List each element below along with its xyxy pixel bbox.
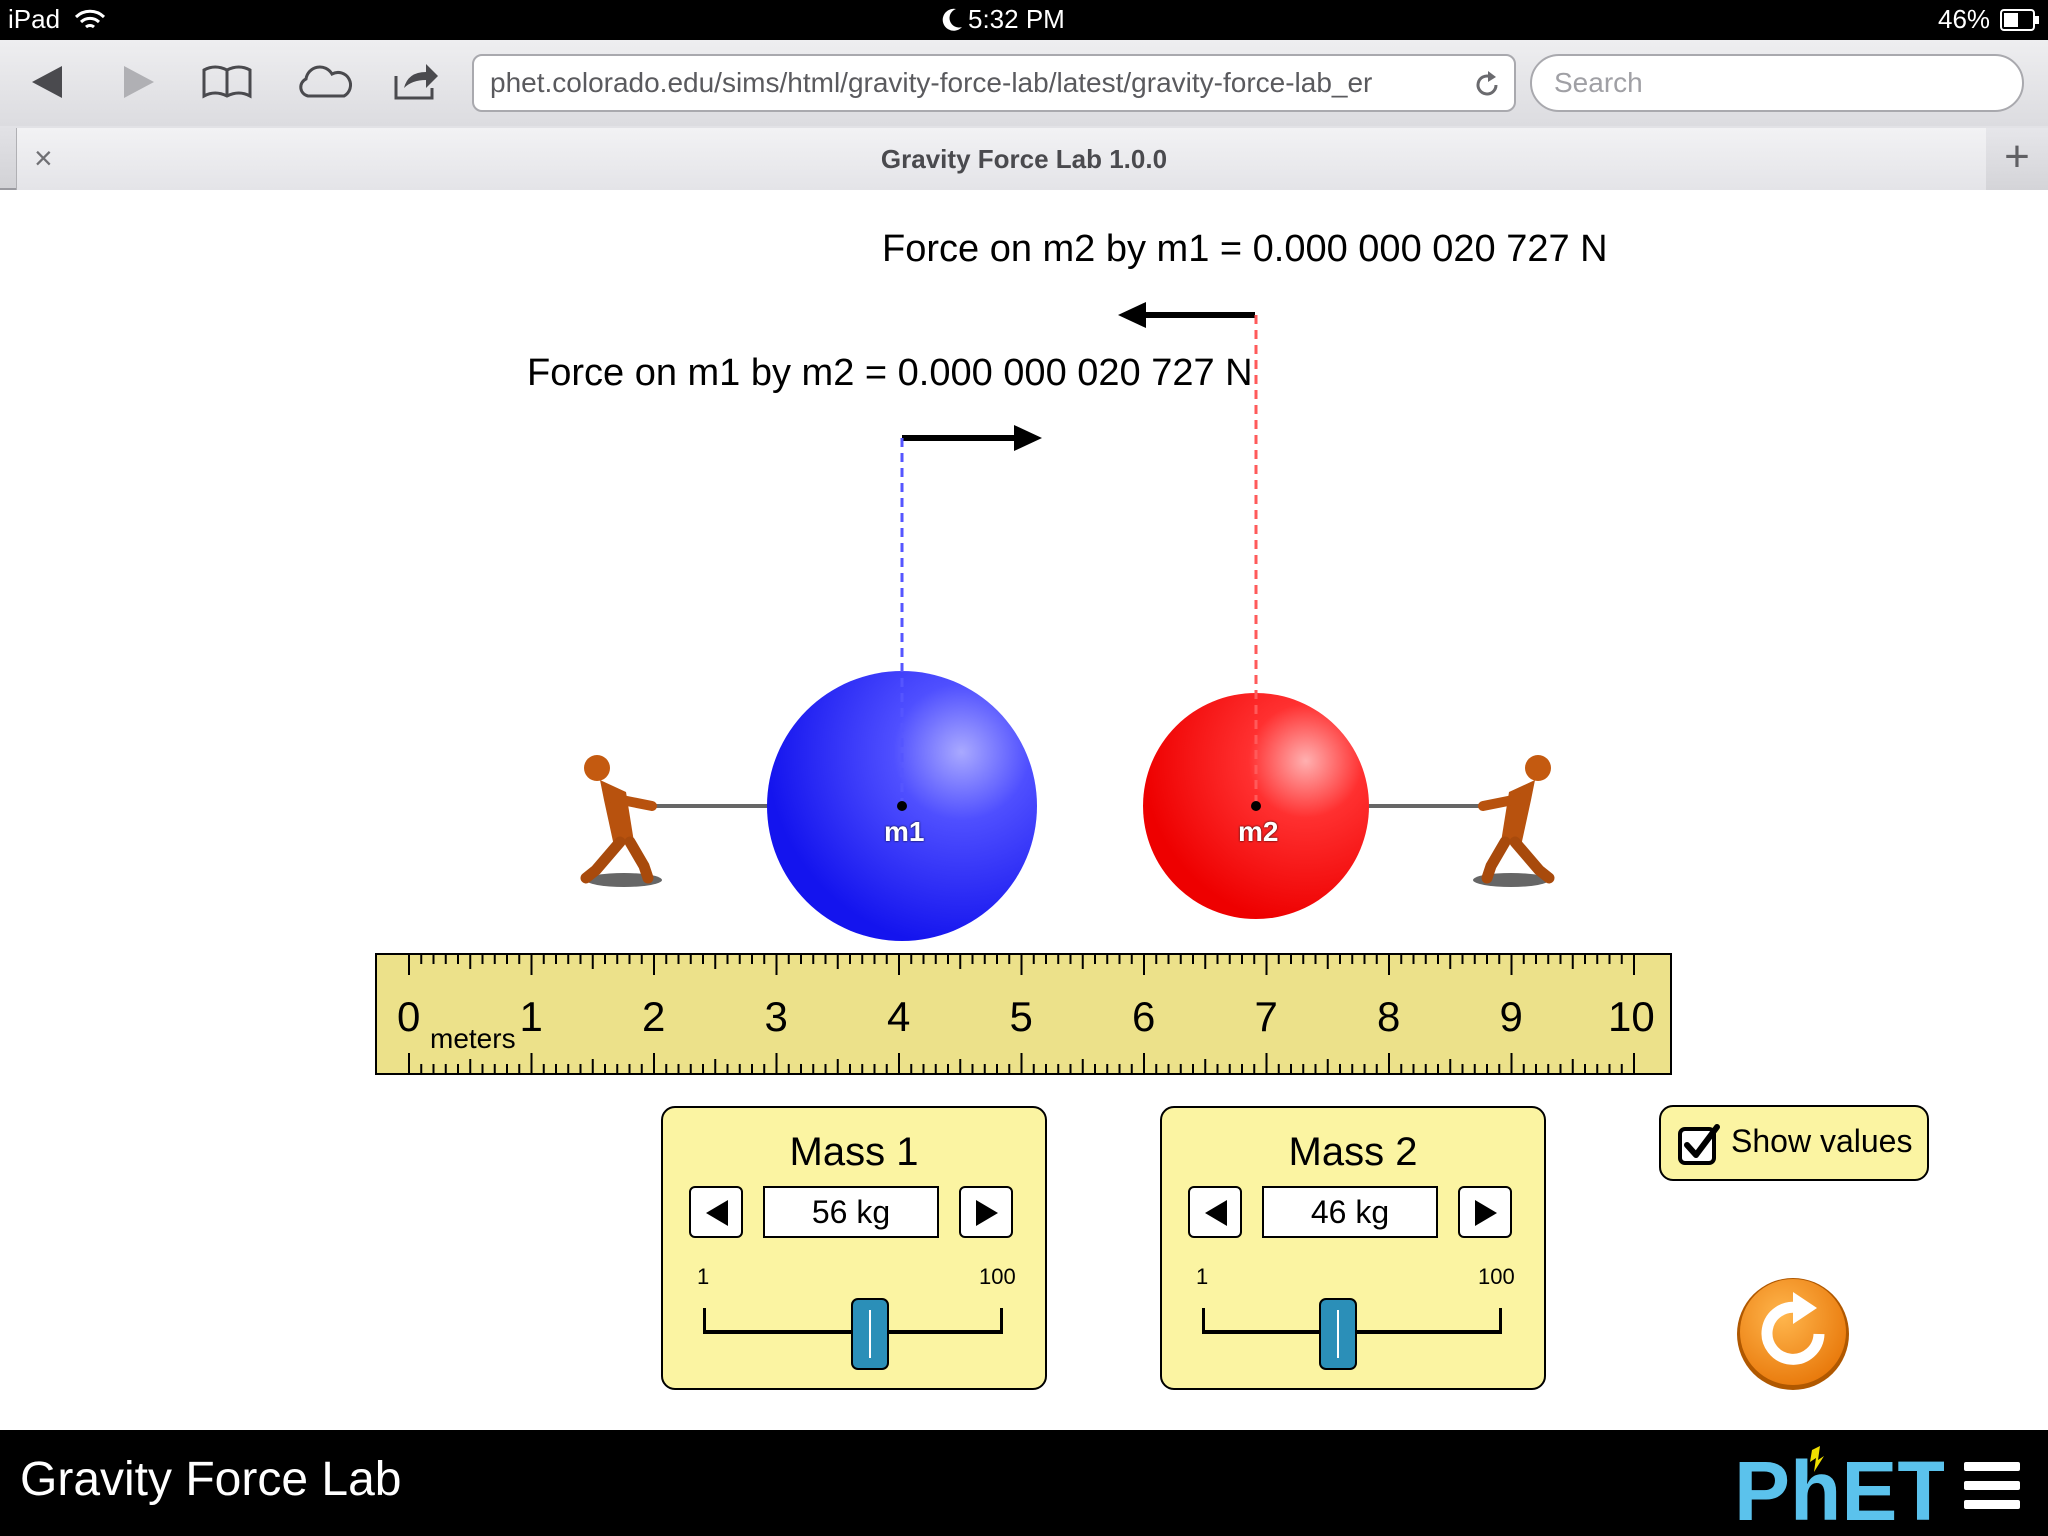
- mass-2-min-label: 1: [1196, 1264, 1209, 1289]
- mass-1-decrement-button[interactable]: [689, 1186, 743, 1238]
- tab-title: Gravity Force Lab 1.0.0: [880, 144, 1168, 174]
- ruler-number: 0: [397, 993, 421, 1040]
- ruler-number: 1: [519, 993, 543, 1040]
- battery-percent: 46%: [1938, 4, 1991, 34]
- ruler-number: 9: [1499, 993, 1523, 1040]
- ruler-number: 8: [1377, 993, 1401, 1040]
- mass-1-min-label: 1: [697, 1264, 710, 1289]
- share-icon[interactable]: [392, 60, 442, 102]
- status-time: 5:32 PM: [968, 4, 1065, 34]
- ruler-number: 6: [1132, 993, 1156, 1040]
- puller-right-icon: [1473, 755, 1555, 887]
- moon-icon: [942, 8, 962, 31]
- mass-2-slider-thumb[interactable]: [1319, 1298, 1358, 1370]
- mass-2-value: 46 kg: [1262, 1186, 1438, 1238]
- triangle-right-icon: [976, 1200, 998, 1226]
- ruler-number: 4: [887, 993, 911, 1040]
- search-placeholder: Search: [1554, 67, 1643, 98]
- bookmarks-icon[interactable]: [200, 62, 254, 102]
- phet-logo-text: PhET: [1734, 1444, 1944, 1530]
- battery-icon: [2000, 9, 2039, 31]
- mass-2-title: Mass 2: [1288, 1130, 1418, 1174]
- url-field[interactable]: phet.colorado.edu/sims/html/gravity-forc…: [472, 54, 1516, 112]
- mass-1-slider-thumb[interactable]: [850, 1298, 889, 1370]
- url-text: phet.colorado.edu/sims/html/gravity-forc…: [490, 67, 1373, 98]
- m1-center-dot: [897, 801, 907, 811]
- wifi-icon: [74, 9, 106, 29]
- checkbox-checked-icon: [1678, 1124, 1720, 1165]
- show-values-label: Show values: [1731, 1123, 1913, 1159]
- mass-1-label: m1: [884, 816, 925, 847]
- show-values-checkbox[interactable]: Show values: [1659, 1105, 1929, 1181]
- hamburger-menu-icon[interactable]: [1962, 1458, 2022, 1514]
- triangle-right-icon: [1475, 1200, 1497, 1226]
- mass-1-title: Mass 1: [789, 1130, 919, 1174]
- ruler[interactable]: 0 1 2 3 4 5 6 7 8 9 10 meters: [375, 953, 1672, 1075]
- ruler-number: 3: [764, 993, 788, 1040]
- mass-1-increment-button[interactable]: [959, 1186, 1013, 1238]
- phet-logo-icon[interactable]: PhET: [1734, 1444, 1944, 1530]
- force-arrow-m1: [902, 425, 1042, 451]
- triangle-left-icon: [1205, 1200, 1227, 1226]
- icloud-tabs-icon[interactable]: [296, 62, 354, 102]
- mass-2-decrement-button[interactable]: [1188, 1186, 1242, 1238]
- reset-all-icon[interactable]: [1735, 1276, 1851, 1392]
- mass-2-panel: Mass 2 46 kg 1 100: [1160, 1106, 1546, 1390]
- mass-1-value: 56 kg: [763, 1186, 939, 1238]
- ruler-number: 10: [1608, 993, 1655, 1040]
- mass-1-max-label: 100: [979, 1264, 1016, 1289]
- back-icon[interactable]: [28, 62, 68, 102]
- device-name: iPad: [8, 4, 61, 34]
- mass-2-increment-button[interactable]: [1458, 1186, 1512, 1238]
- mass-2-max-label: 100: [1478, 1264, 1515, 1289]
- ruler-number: 7: [1254, 993, 1278, 1040]
- ruler-unit: meters: [430, 1023, 516, 1054]
- m2-center-dot: [1251, 801, 1261, 811]
- forward-icon[interactable]: [118, 62, 158, 102]
- search-input[interactable]: Search: [1530, 54, 2024, 112]
- mass-2-label: m2: [1238, 816, 1279, 847]
- triangle-left-icon: [706, 1200, 728, 1226]
- new-tab-button[interactable]: +: [1986, 128, 2048, 190]
- mass-1-panel: Mass 1 56 kg 1 100: [661, 1106, 1047, 1390]
- sim-title: Gravity Force Lab: [20, 1453, 402, 1506]
- status-bar: iPad 5:32 PM 46%: [0, 0, 2048, 40]
- ruler-number: 2: [642, 993, 666, 1040]
- sim-canvas: [580, 302, 1555, 941]
- force-arrow-m2: [1118, 302, 1255, 328]
- ruler-number: 5: [1009, 993, 1033, 1040]
- reload-icon[interactable]: [1472, 70, 1502, 100]
- puller-left-icon: [580, 755, 662, 887]
